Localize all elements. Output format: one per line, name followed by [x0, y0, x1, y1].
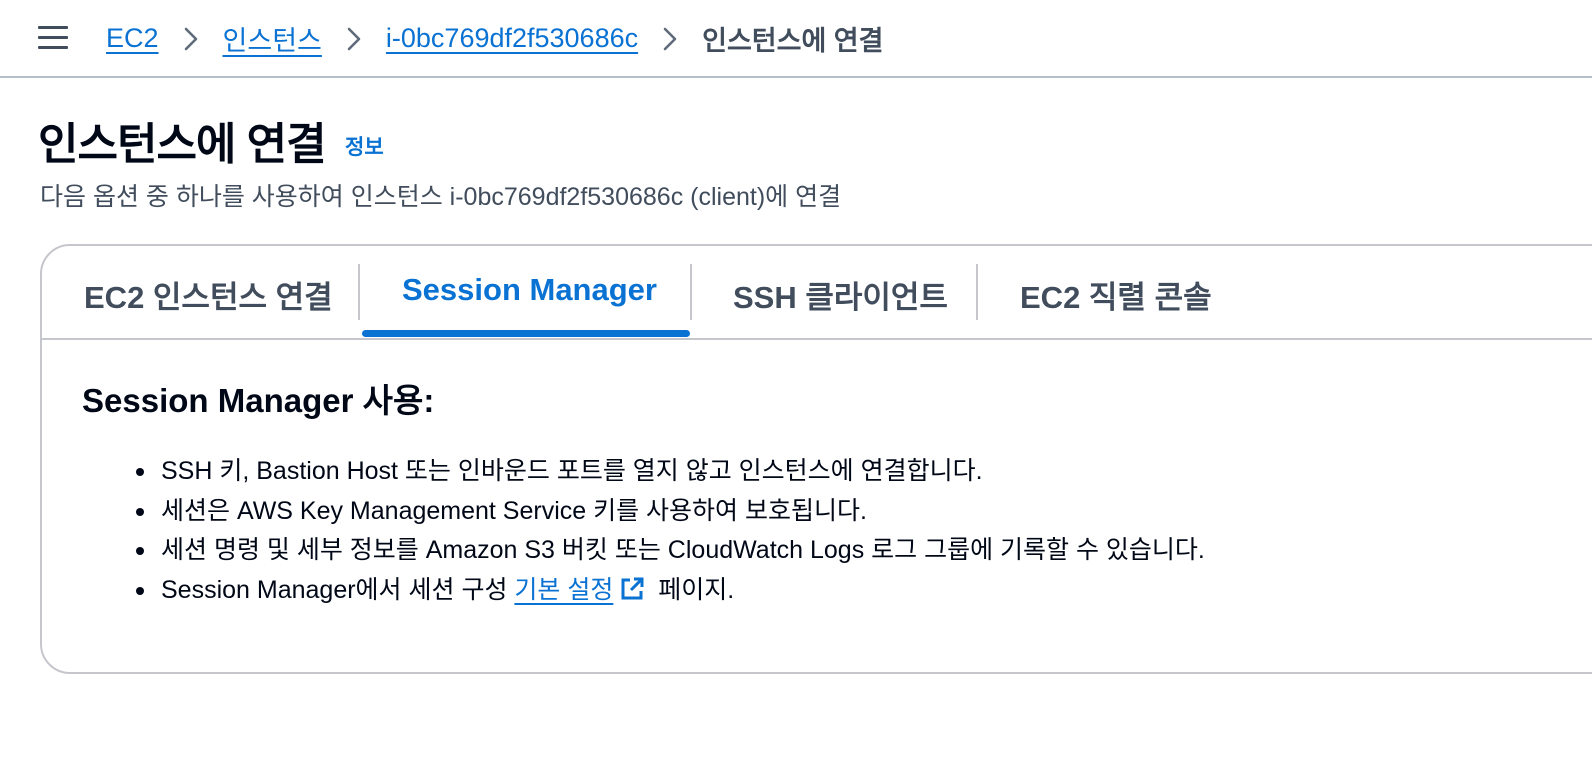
hamburger-menu-icon[interactable]	[38, 25, 68, 51]
tab-list: EC2 인스턴스 연결 Session Manager SSH 클라이언트 EC…	[42, 246, 1592, 340]
list-item: SSH 키, Bastion Host 또는 인바운드 포트를 열지 않고 인스…	[134, 452, 1205, 492]
breadcrumb-instances[interactable]: 인스턴스	[223, 19, 322, 58]
list-item: 세션 명령 및 세부 정보를 Amazon S3 버킷 또는 CloudWatc…	[134, 531, 1205, 571]
info-link[interactable]: 정보	[345, 131, 384, 161]
external-link-icon[interactable]	[619, 575, 645, 615]
tab-session-manager[interactable]: Session Manager	[402, 272, 657, 308]
page-subtitle: 다음 옵션 중 하나를 사용하여 인스턴스 i-0bc769df2f530686…	[40, 183, 842, 211]
list-item: 세션은 AWS Key Management Service 키를 사용하여 보…	[134, 492, 1205, 532]
preferences-link[interactable]: 기본 설정	[514, 576, 613, 604]
active-tab-indicator	[362, 330, 690, 337]
chevron-right-icon	[322, 23, 386, 54]
feature-list: SSH 키, Bastion Host 또는 인바운드 포트를 열지 않고 인스…	[134, 452, 1205, 610]
list-item-text: Session Manager에서 세션 구성	[161, 575, 515, 604]
tab-divider	[690, 264, 692, 320]
connect-options-panel: EC2 인스턴스 연결 Session Manager SSH 클라이언트 EC…	[40, 244, 1592, 674]
breadcrumb-ec2[interactable]: EC2	[106, 23, 159, 54]
tab-divider	[358, 264, 360, 320]
list-item: Session Manager에서 세션 구성 기본 설정 페이지.	[134, 571, 1205, 611]
chevron-right-icon	[159, 23, 223, 54]
breadcrumb-instance-id[interactable]: i-0bc769df2f530686c	[386, 23, 638, 54]
section-heading: Session Manager 사용:	[82, 382, 435, 419]
breadcrumb-current: 인스턴스에 연결	[702, 25, 884, 56]
page-title: 인스턴스에 연결	[38, 120, 327, 169]
tab-ssh-client[interactable]: SSH 클라이언트	[733, 272, 948, 317]
chevron-right-icon	[638, 23, 702, 54]
breadcrumb: EC2 인스턴스 i-0bc769df2f530686c 인스턴스에 연결	[106, 18, 884, 58]
tab-divider	[976, 264, 978, 320]
tab-ec2-instance-connect[interactable]: EC2 인스턴스 연결	[84, 272, 333, 317]
list-item-text: 페이지.	[651, 575, 735, 604]
tab-ec2-serial-console[interactable]: EC2 직렬 콘솔	[1020, 272, 1212, 317]
top-navigation-bar: EC2 인스턴스 i-0bc769df2f530686c 인스턴스에 연결	[0, 0, 1592, 78]
